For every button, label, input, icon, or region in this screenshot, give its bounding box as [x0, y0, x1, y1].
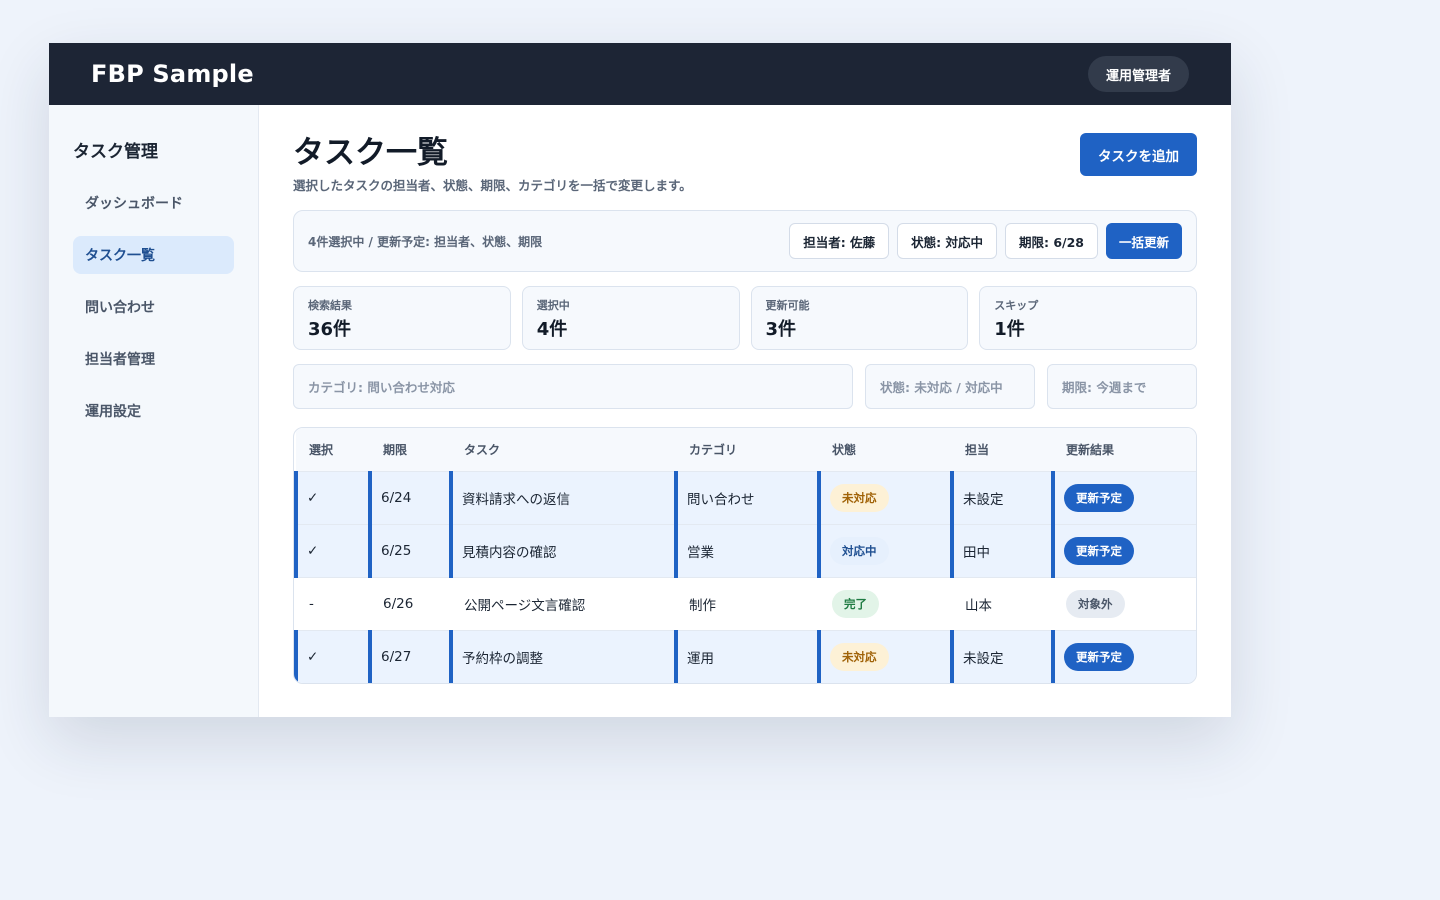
- sidebar-item-label: 問い合わせ: [85, 300, 155, 316]
- bulk-due-chip[interactable]: 期限: 6/28: [1004, 223, 1098, 259]
- user-role-badge[interactable]: 運用管理者: [1087, 56, 1189, 92]
- row-result-cell: 更新予定: [1051, 630, 1196, 683]
- column-header-due[interactable]: 期限: [370, 428, 451, 472]
- row-result-cell: 更新予定: [1051, 524, 1196, 578]
- bulk-update-bar: 4件選択中 / 更新予定: 担当者、状態、期限 担当者: 佐藤 状態: 対応中 …: [293, 210, 1197, 272]
- row-status-cell: 完了: [819, 577, 952, 631]
- column-header-task[interactable]: タスク: [451, 428, 676, 472]
- result-badge: 更新予定: [1064, 483, 1134, 512]
- row-task[interactable]: 資料請求への返信: [449, 471, 676, 525]
- stat-label: 選択中: [536, 299, 570, 312]
- sidebar-heading: タスク管理: [73, 142, 158, 162]
- page-heading-group: タスク一覧 選択したタスクの担当者、状態、期限、カテゴリを一括で変更します。: [293, 133, 692, 194]
- stat-label: 更新可能: [765, 299, 810, 312]
- main-content: タスク一覧 選択したタスクの担当者、状態、期限、カテゴリを一括で変更します。 タ…: [259, 105, 1231, 717]
- status-badge: 未対応: [830, 483, 889, 512]
- column-header-assignee[interactable]: 担当: [952, 428, 1053, 472]
- page-header: タスク一覧 選択したタスクの担当者、状態、期限、カテゴリを一括で変更します。 タ…: [293, 133, 1197, 194]
- status-badge: 未対応: [830, 642, 889, 671]
- row-status-cell: 未対応: [817, 630, 952, 683]
- bulk-status-chip[interactable]: 状態: 対応中: [897, 223, 997, 259]
- stat-label: スキップ: [994, 299, 1039, 312]
- sidebar-item-label: 担当者管理: [85, 352, 155, 368]
- status-filter[interactable]: 状態: 未対応 / 対応中: [865, 364, 1035, 409]
- row-status-cell: 対応中: [817, 524, 952, 578]
- row-category: 運用: [674, 630, 819, 683]
- table-row[interactable]: ✓ 6/24 資料請求への返信 問い合わせ 未対応 未設定 更新予定: [294, 471, 1196, 525]
- top-bar: FBP Sample 運用管理者: [49, 43, 1231, 105]
- status-badge: 完了: [832, 589, 879, 618]
- row-task[interactable]: 公開ページ文言確認: [451, 577, 676, 631]
- sidebar-item-label: タスク一覧: [85, 248, 155, 264]
- sidebar-item-inquiries[interactable]: 問い合わせ: [73, 288, 234, 326]
- row-select-checkbox[interactable]: ✓: [294, 630, 370, 683]
- stat-card-skipped: スキップ 1件: [979, 286, 1197, 350]
- row-task[interactable]: 予約枠の調整: [449, 630, 676, 683]
- sidebar-item-task-list[interactable]: タスク一覧: [73, 236, 234, 274]
- row-select-checkbox[interactable]: -: [296, 577, 370, 631]
- stat-value: 4件: [536, 319, 568, 340]
- sidebar-item-dashboard[interactable]: ダッシュボード: [73, 184, 234, 222]
- row-due: 6/25: [368, 524, 451, 578]
- sidebar: タスク管理 ダッシュボード タスク一覧 問い合わせ 担当者管理 運用設定: [49, 105, 259, 717]
- bulk-actions: 担当者: 佐藤 状態: 対応中 期限: 6/28 一括更新: [789, 223, 1182, 259]
- result-badge: 更新予定: [1064, 536, 1134, 565]
- stat-value: 3件: [765, 319, 797, 340]
- row-assignee: 山本: [952, 577, 1053, 631]
- result-badge: 対象外: [1066, 589, 1125, 618]
- column-header-category[interactable]: カテゴリ: [676, 428, 819, 472]
- app-window: FBP Sample 運用管理者 タスク管理 ダッシュボード タスク一覧 問い合…: [49, 43, 1231, 717]
- add-task-button[interactable]: タスクを追加: [1080, 133, 1197, 176]
- stats-row: 検索結果 36件 選択中 4件 更新可能 3件 スキップ 1件: [293, 286, 1197, 350]
- bulk-assignee-chip[interactable]: 担当者: 佐藤: [789, 223, 890, 259]
- category-filter[interactable]: カテゴリ: 問い合わせ対応: [293, 364, 853, 409]
- page-subtitle: 選択したタスクの担当者、状態、期限、カテゴリを一括で変更します。: [293, 178, 692, 193]
- column-header-status[interactable]: 状態: [819, 428, 952, 472]
- row-assignee: 田中: [950, 524, 1053, 578]
- row-status-cell: 未対応: [817, 471, 952, 525]
- row-select-checkbox[interactable]: ✓: [294, 471, 370, 525]
- row-task[interactable]: 見積内容の確認: [449, 524, 676, 578]
- sidebar-item-settings[interactable]: 運用設定: [73, 392, 234, 430]
- row-select-checkbox[interactable]: ✓: [294, 524, 370, 578]
- column-header-select: 選択: [296, 428, 370, 472]
- table-row[interactable]: ✓ 6/25 見積内容の確認 営業 対応中 田中 更新予定: [294, 524, 1196, 578]
- body-area: タスク管理 ダッシュボード タスク一覧 問い合わせ 担当者管理 運用設定 タスク…: [49, 105, 1231, 717]
- column-header-result: 更新結果: [1053, 428, 1196, 472]
- status-badge: 対応中: [830, 536, 889, 565]
- bulk-apply-button[interactable]: 一括更新: [1105, 223, 1182, 259]
- row-due: 6/26: [370, 577, 451, 631]
- row-assignee: 未設定: [950, 471, 1053, 525]
- sidebar-item-label: 運用設定: [85, 404, 141, 420]
- app-title: FBP Sample: [91, 60, 254, 88]
- page-title: タスク一覧: [293, 135, 448, 171]
- row-category: 問い合わせ: [674, 471, 819, 525]
- row-due: 6/24: [368, 471, 451, 525]
- row-due: 6/27: [368, 630, 451, 683]
- due-filter[interactable]: 期限: 今週まで: [1047, 364, 1197, 409]
- stat-value: 36件: [308, 319, 352, 340]
- stat-card-results: 検索結果 36件: [293, 286, 511, 350]
- sidebar-item-assignees[interactable]: 担当者管理: [73, 340, 234, 378]
- row-category: 営業: [674, 524, 819, 578]
- task-table: 選択 期限 タスク カテゴリ 状態 担当 更新結果 ✓ 6/24 資料請求への返…: [293, 427, 1197, 684]
- bulk-selection-summary: 4件選択中 / 更新予定: 担当者、状態、期限: [308, 234, 543, 249]
- row-result-cell: 対象外: [1053, 577, 1196, 631]
- filter-row: カテゴリ: 問い合わせ対応 状態: 未対応 / 対応中 期限: 今週まで: [293, 364, 1197, 409]
- table-header-row: 選択 期限 タスク カテゴリ 状態 担当 更新結果: [296, 428, 1196, 472]
- row-assignee: 未設定: [950, 630, 1053, 683]
- result-badge: 更新予定: [1064, 642, 1134, 671]
- table-row[interactable]: - 6/26 公開ページ文言確認 制作 完了 山本 対象外: [296, 577, 1196, 631]
- stat-card-updatable: 更新可能 3件: [750, 286, 969, 350]
- row-category: 制作: [676, 577, 819, 631]
- sidebar-item-label: ダッシュボード: [85, 196, 183, 212]
- table-row[interactable]: ✓ 6/27 予約枠の調整 運用 未対応 未設定 更新予定: [294, 630, 1196, 683]
- stat-card-selected: 選択中 4件: [521, 286, 740, 350]
- stat-value: 1件: [994, 319, 1025, 340]
- stat-label: 検索結果: [308, 299, 352, 312]
- row-result-cell: 更新予定: [1051, 471, 1196, 525]
